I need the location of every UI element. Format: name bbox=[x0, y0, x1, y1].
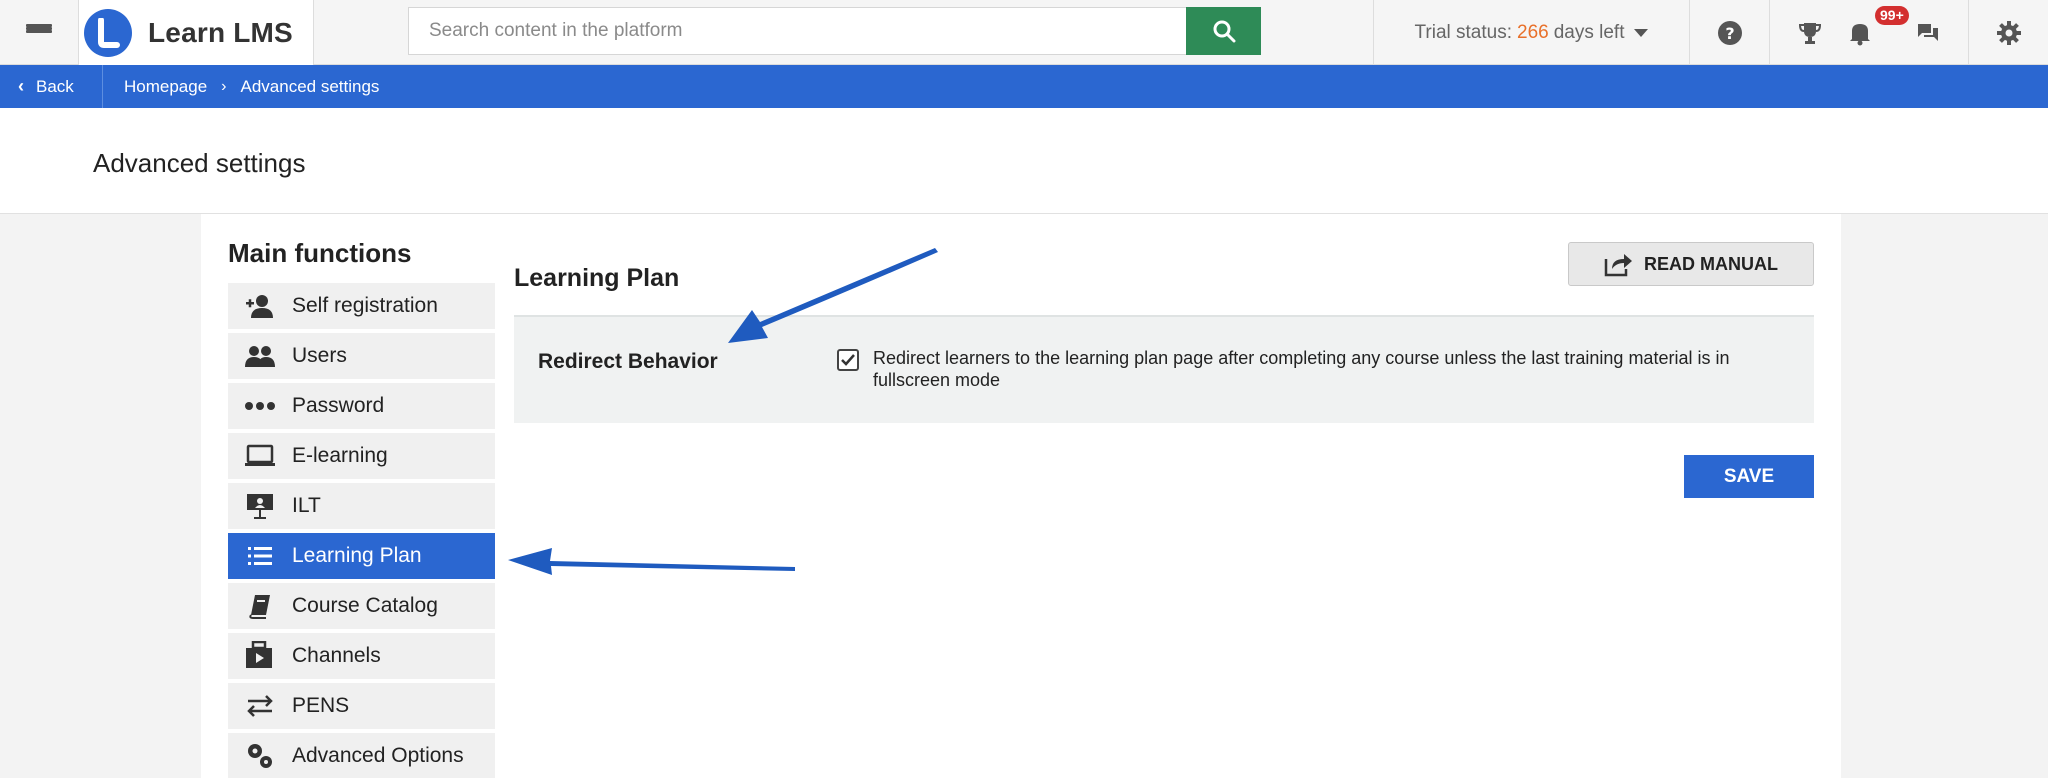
content-panel: Main functions Self registration Users P… bbox=[201, 214, 1841, 778]
sidebar: Self registration Users Password E-learn… bbox=[228, 283, 495, 778]
list-icon bbox=[228, 545, 292, 567]
check-icon bbox=[841, 354, 855, 366]
sidebar-heading: Main functions bbox=[228, 238, 412, 268]
settings-button[interactable] bbox=[1968, 0, 2048, 65]
back-label: Back bbox=[36, 76, 74, 96]
breadcrumb-current: Advanced settings bbox=[240, 76, 380, 96]
trophy-icon bbox=[1798, 22, 1821, 44]
sidebar-item-label: ILT bbox=[292, 494, 321, 517]
trial-suffix: days left bbox=[1553, 21, 1625, 43]
help-icon: ? bbox=[1717, 20, 1742, 45]
section-title: Learning Plan bbox=[514, 264, 680, 292]
page-header: Advanced settings bbox=[0, 108, 2048, 214]
redirect-behavior-setting: Redirect Behavior Redirect learners to t… bbox=[514, 315, 1814, 423]
sidebar-item-e-learning[interactable]: E-learning bbox=[228, 433, 495, 479]
sidebar-item-label: E-learning bbox=[292, 444, 388, 467]
trial-days: 266 bbox=[1517, 21, 1549, 43]
svg-text:?: ? bbox=[1725, 24, 1734, 43]
read-manual-label: READ MANUAL bbox=[1644, 253, 1778, 274]
sidebar-item-advanced-options[interactable]: Advanced Options bbox=[228, 733, 495, 778]
chevron-down-icon bbox=[1634, 28, 1649, 37]
laptop-icon bbox=[228, 444, 292, 468]
sidebar-item-password[interactable]: Password bbox=[228, 383, 495, 429]
trial-prefix: Trial status: bbox=[1414, 21, 1513, 43]
sidebar-item-course-catalog[interactable]: Course Catalog bbox=[228, 583, 495, 629]
search-input[interactable] bbox=[408, 7, 1186, 55]
messages-button[interactable] bbox=[1890, 0, 1965, 65]
sidebar-item-label: Channels bbox=[292, 644, 381, 667]
gears-icon bbox=[228, 741, 292, 771]
search-button[interactable] bbox=[1186, 7, 1261, 55]
notifications-button[interactable]: 99+ bbox=[1830, 0, 1909, 65]
sidebar-item-label: Advanced Options bbox=[292, 744, 464, 767]
bell-icon bbox=[1850, 23, 1870, 45]
sidebar-item-label: Self registration bbox=[292, 294, 438, 317]
brand-logo-icon bbox=[84, 8, 132, 57]
sidebar-item-label: Learning Plan bbox=[292, 544, 422, 567]
sidebar-item-label: Users bbox=[292, 344, 347, 367]
read-manual-button[interactable]: READ MANUAL bbox=[1568, 242, 1814, 286]
swap-icon bbox=[228, 695, 292, 717]
menu-button[interactable] bbox=[0, 0, 78, 65]
presentation-icon bbox=[228, 492, 292, 520]
trial-status[interactable]: Trial status: 266 days left bbox=[1373, 0, 1689, 65]
users-icon bbox=[228, 345, 292, 367]
sidebar-item-learning-plan[interactable]: Learning Plan bbox=[228, 533, 495, 579]
add-user-icon bbox=[228, 294, 292, 318]
sidebar-item-self-registration[interactable]: Self registration bbox=[228, 283, 495, 329]
breadcrumb: Homepage › Advanced settings bbox=[124, 77, 379, 97]
gear-icon bbox=[1996, 20, 2021, 45]
sidebar-item-users[interactable]: Users bbox=[228, 333, 495, 379]
sidebar-item-label: Password bbox=[292, 394, 385, 417]
redirect-checkbox[interactable] bbox=[837, 349, 859, 371]
book-icon bbox=[228, 593, 292, 619]
chevron-left-icon: ‹ bbox=[18, 76, 24, 96]
top-bar: Learn LMS Trial status: 266 days left ? … bbox=[0, 0, 2048, 65]
breadcrumb-bar: ‹ Back Homepage › Advanced settings bbox=[0, 65, 2048, 108]
dots-icon bbox=[228, 401, 292, 411]
setting-label: Redirect Behavior bbox=[538, 350, 718, 373]
search-bar bbox=[408, 7, 1261, 55]
breadcrumb-homepage[interactable]: Homepage bbox=[124, 77, 207, 97]
sidebar-item-label: PENS bbox=[292, 694, 350, 717]
chevron-right-icon: › bbox=[221, 77, 227, 95]
share-icon bbox=[1604, 254, 1632, 277]
search-icon bbox=[1213, 20, 1235, 43]
page-title: Advanced settings bbox=[93, 148, 306, 178]
back-button[interactable]: ‹ Back bbox=[0, 65, 103, 108]
help-button[interactable]: ? bbox=[1689, 0, 1769, 65]
save-button[interactable]: SAVE bbox=[1684, 455, 1814, 498]
sidebar-item-channels[interactable]: Channels bbox=[228, 633, 495, 679]
sidebar-item-pens[interactable]: PENS bbox=[228, 683, 495, 729]
brand[interactable]: Learn LMS bbox=[78, 0, 314, 65]
sidebar-item-label: Course Catalog bbox=[292, 594, 438, 617]
sidebar-item-ilt[interactable]: ILT bbox=[228, 483, 495, 529]
menu-icon bbox=[26, 23, 52, 42]
channels-icon bbox=[228, 641, 292, 671]
brand-name: Learn LMS bbox=[148, 16, 293, 48]
chat-icon bbox=[1917, 23, 1938, 41]
setting-description: Redirect learners to the learning plan p… bbox=[873, 348, 1730, 390]
